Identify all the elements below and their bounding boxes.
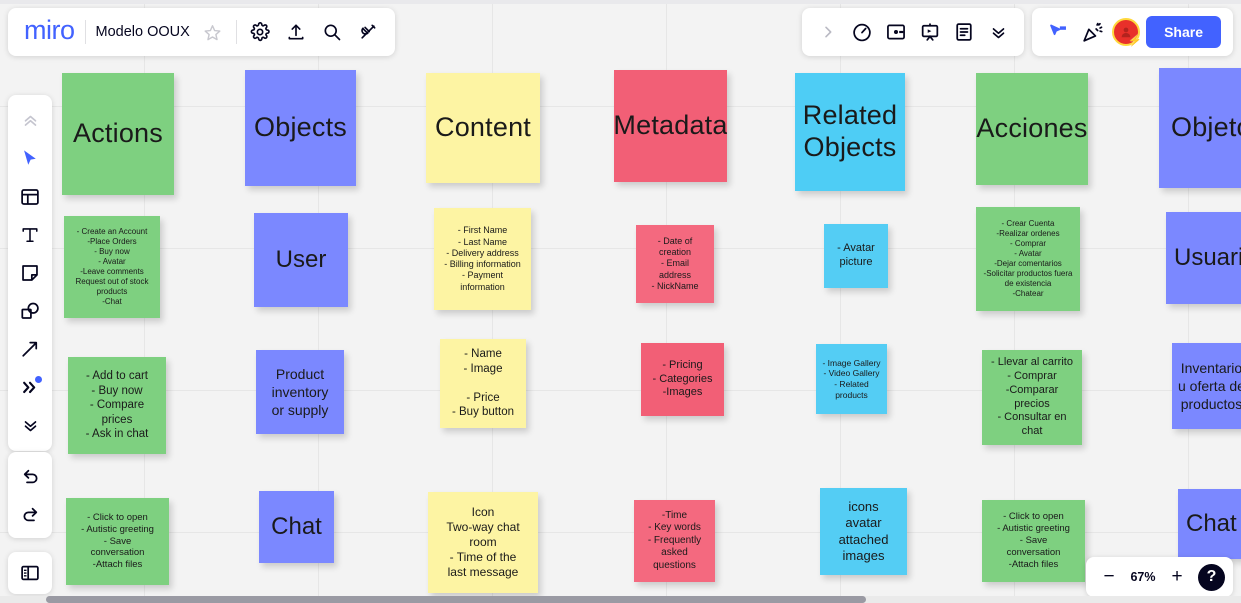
vertical-scrollbar[interactable] — [1234, 62, 1241, 602]
note-metadata-header[interactable]: Metadata — [614, 70, 727, 182]
notes-icon[interactable] — [950, 18, 978, 46]
note-content-chat[interactable]: Icon Two-way chat room - Time of the las… — [428, 492, 538, 593]
cursor-select-icon[interactable] — [12, 141, 48, 177]
avatar[interactable]: ⚡ — [1112, 18, 1140, 46]
sticky-note-icon[interactable] — [12, 255, 48, 291]
note-related-objects-chat[interactable]: icons avatar attached images — [820, 488, 907, 575]
chevron-right-icon[interactable] — [814, 18, 842, 46]
note-objetos-product[interactable]: Inventario u oferta de productos — [1172, 343, 1241, 429]
chevron-double-down-icon[interactable] — [984, 18, 1012, 46]
zoom-out-button[interactable]: − — [1094, 562, 1124, 592]
sidebar-panel-icon[interactable] — [12, 555, 48, 591]
chevron-double-down-icon[interactable] — [12, 407, 48, 443]
cursor-flag-icon[interactable] — [1044, 18, 1072, 46]
board-utility-group — [802, 8, 1024, 56]
note-actions-header[interactable]: Actions — [62, 73, 174, 195]
board-canvas[interactable]: Actions Objects Content Metadata Related… — [0, 0, 1241, 603]
undo-icon[interactable] — [12, 458, 48, 494]
note-objects-header[interactable]: Objects — [245, 70, 356, 186]
lightning-badge-icon: ⚡ — [1128, 34, 1142, 47]
note-related-objects-user[interactable]: - Avatar picture — [824, 224, 888, 288]
note-objects-chat[interactable]: Chat — [259, 491, 334, 563]
redo-icon[interactable] — [12, 496, 48, 532]
horizontal-scrollbar[interactable] — [0, 596, 1241, 603]
window-top-strip — [0, 0, 1241, 4]
chevron-double-up-icon[interactable] — [12, 103, 48, 139]
zoom-control: − 67% + ? — [1086, 557, 1233, 597]
note-related-objects-product[interactable]: - Image Gallery - Video Gallery - Relate… — [816, 344, 887, 414]
miro-board-app: Actions Objects Content Metadata Related… — [0, 0, 1241, 603]
zoom-in-button[interactable]: + — [1162, 562, 1192, 592]
party-popper-icon[interactable] — [1078, 18, 1106, 46]
note-content-header[interactable]: Content — [426, 73, 540, 183]
miro-logo[interactable]: miro — [24, 17, 75, 48]
more-tools-icon[interactable] — [12, 369, 48, 405]
zoom-level-label[interactable]: 67% — [1126, 570, 1160, 584]
note-objects-product[interactable]: Product inventory or supply — [256, 350, 344, 434]
arrow-pen-icon[interactable] — [12, 331, 48, 367]
note-acciones-chat[interactable]: - Click to open - Autistic greeting - Sa… — [982, 500, 1085, 582]
note-objetos-header[interactable]: Objetos — [1159, 68, 1241, 188]
board-header-bar: miro Modelo OOUX — [8, 8, 395, 56]
panel-toggle-button[interactable] — [8, 552, 52, 594]
note-actions-product[interactable]: - Add to cart - Buy now - Compare prices… — [68, 357, 166, 454]
board-tools-bar: ⚡ Share — [802, 8, 1233, 56]
note-metadata-chat[interactable]: -Time - Key words - Frequently asked que… — [634, 500, 715, 582]
note-objects-user[interactable]: User — [254, 213, 348, 307]
note-metadata-user[interactable]: - Date of creation - Email address - Nic… — [636, 225, 714, 303]
star-icon[interactable] — [200, 19, 226, 45]
gear-icon[interactable] — [247, 19, 273, 45]
upload-icon[interactable] — [283, 19, 309, 45]
search-icon[interactable] — [319, 19, 345, 45]
share-button[interactable]: Share — [1146, 16, 1221, 48]
left-toolbar — [8, 95, 52, 451]
apps-plugin-icon[interactable] — [355, 19, 381, 45]
board-title[interactable]: Modelo OOUX — [96, 24, 190, 40]
note-actions-chat[interactable]: - Click to open - Autistic greeting - Sa… — [66, 498, 169, 585]
presentation-icon[interactable] — [916, 18, 944, 46]
text-icon[interactable] — [12, 217, 48, 253]
horizontal-scrollbar-thumb[interactable] — [46, 596, 866, 603]
note-objetos-user[interactable]: Usuario — [1166, 212, 1241, 304]
collaboration-group: ⚡ Share — [1032, 8, 1233, 56]
note-related-objects-header[interactable]: Related Objects — [795, 73, 905, 191]
divider — [236, 20, 237, 44]
timer-icon[interactable] — [848, 18, 876, 46]
notification-dot — [35, 376, 42, 383]
note-actions-user[interactable]: - Create an Account -Place Orders - Buy … — [64, 216, 160, 318]
shapes-icon[interactable] — [12, 293, 48, 329]
note-objetos-chat[interactable]: Chat — [1178, 489, 1241, 559]
note-acciones-product[interactable]: - Llevar al carrito - Comprar -Comparar … — [982, 350, 1082, 445]
note-acciones-header[interactable]: Acciones — [976, 73, 1088, 185]
history-toolbar — [8, 452, 52, 538]
frame-icon[interactable] — [882, 18, 910, 46]
note-content-product[interactable]: - Name - Image - Price - Buy button — [440, 339, 526, 428]
divider — [85, 20, 86, 44]
template-icon[interactable] — [12, 179, 48, 215]
note-acciones-user[interactable]: - Crear Cuenta -Realizar ordenes - Compr… — [976, 207, 1080, 311]
note-content-user[interactable]: - First Name - Last Name - Delivery addr… — [434, 208, 531, 310]
help-button[interactable]: ? — [1198, 564, 1225, 591]
note-metadata-product[interactable]: - Pricing - Categories -Images — [641, 343, 724, 416]
